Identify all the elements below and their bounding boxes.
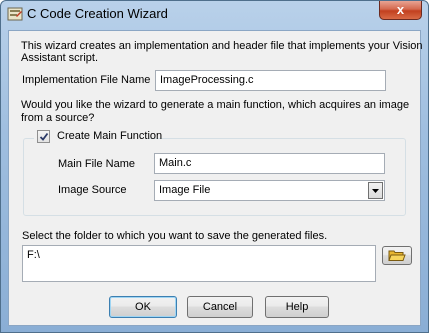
implementation-file-input[interactable]: ImageProcessing.c [155, 70, 386, 91]
folder-label: Select the folder to which you want to s… [22, 230, 328, 242]
cancel-button[interactable]: Cancel [187, 296, 253, 318]
image-source-select[interactable]: Image File [154, 180, 385, 201]
window-title: C Code Creation Wizard [27, 6, 168, 21]
dialog-body: This wizard creates an implementation an… [8, 30, 423, 326]
ok-button[interactable]: OK [109, 296, 177, 318]
folder-path-input[interactable]: F:\ [22, 245, 376, 282]
browse-folder-button[interactable] [382, 246, 412, 265]
app-icon [7, 6, 23, 22]
image-source-label: Image Source [58, 184, 127, 196]
create-main-function-option[interactable]: Create Main Function [34, 129, 162, 143]
close-icon: x [396, 2, 405, 17]
create-main-function-checkbox[interactable] [37, 130, 50, 143]
create-main-function-label: Create Main Function [57, 130, 163, 142]
main-file-name-label: Main File Name [58, 158, 136, 170]
title-bar: C Code Creation Wizard x [1, 1, 428, 27]
check-mark-icon [39, 132, 49, 141]
chevron-down-icon[interactable] [368, 182, 383, 199]
image-source-value: Image File [159, 184, 211, 196]
main-function-question-line1: Would you like the wizard to generate a … [21, 99, 410, 111]
folder-icon [388, 250, 406, 261]
implementation-file-label: Implementation File Name [22, 74, 151, 86]
intro-text-line2: Assistant script. [21, 52, 99, 64]
help-button[interactable]: Help [265, 296, 329, 318]
main-function-group [23, 138, 406, 216]
main-file-name-input[interactable]: Main.c [154, 153, 385, 174]
wizard-window: C Code Creation Wizard x This wizard cre… [0, 0, 429, 333]
close-button[interactable]: x [379, 1, 422, 20]
main-function-question-line2: from a source? [21, 112, 95, 124]
